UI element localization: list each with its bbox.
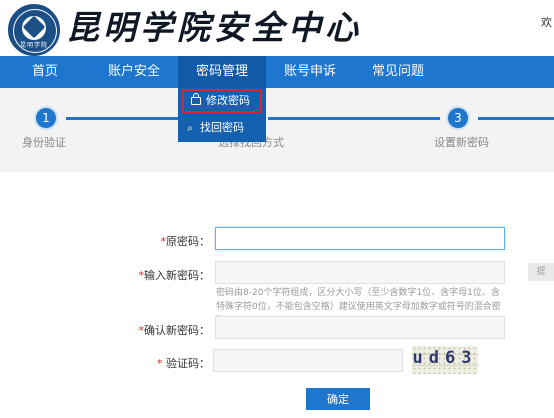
confirm-password-label: *确认新密码： — [138, 324, 211, 337]
new-password-label: *输入新密码： — [138, 269, 211, 282]
nav-item-account-security[interactable]: 账户安全 — [96, 56, 172, 88]
step-3-label: 设置新密码 — [434, 136, 489, 149]
side-tab[interactable]: 提 — [528, 263, 554, 281]
nav-item-password-management[interactable]: 密码管理 — [178, 56, 266, 88]
captcha-input[interactable] — [213, 349, 403, 372]
step-connector — [478, 117, 554, 120]
welcome-text: 欢 — [541, 16, 552, 29]
site-header: 昆明学院 昆明学院安全中心 欢 — [0, 0, 554, 56]
nav-item-account-appeal[interactable]: 账号申诉 — [272, 56, 348, 88]
step-3-circle: 3 — [448, 108, 468, 128]
nav-item-home[interactable]: 首页 — [18, 56, 72, 88]
nav-item-faq[interactable]: 常见问题 — [360, 56, 436, 88]
confirm-password-input[interactable] — [215, 316, 505, 339]
lock-icon — [191, 93, 201, 105]
progress-steps: 1 3 身份验证 选择找回方式 设置新密码 — [0, 88, 554, 172]
captcha-image[interactable]: ud63 — [412, 346, 478, 374]
step-connector — [66, 117, 178, 120]
captcha-code: ud63 — [412, 348, 478, 368]
new-password-input[interactable] — [215, 261, 505, 284]
old-password-input[interactable] — [215, 227, 505, 250]
menu-item-label: 找回密码 — [200, 121, 244, 134]
password-dropdown-menu: 修改密码 ⌕ 找回密码 — [178, 88, 266, 142]
step-connector — [268, 117, 440, 120]
step-1-label: 身份验证 — [22, 136, 66, 149]
university-emblem-icon: 昆明学院 — [8, 4, 60, 56]
old-password-label: *原密码： — [160, 235, 211, 248]
menu-item-change-password[interactable]: 修改密码 — [182, 89, 262, 113]
search-icon: ⌕ — [187, 123, 193, 134]
step-1-circle: 1 — [36, 108, 56, 128]
menu-item-recover-password[interactable]: ⌕ 找回密码 — [178, 116, 266, 140]
site-title: 昆明学院安全中心 — [66, 8, 362, 47]
main-nav: 首页 账户安全 密码管理 账号申诉 常见问题 — [0, 56, 554, 88]
emblem-text: 昆明学院 — [19, 42, 48, 49]
captcha-label: * 验证码： — [157, 357, 210, 370]
submit-button[interactable]: 确定 — [306, 388, 370, 410]
menu-item-label: 修改密码 — [206, 94, 250, 107]
